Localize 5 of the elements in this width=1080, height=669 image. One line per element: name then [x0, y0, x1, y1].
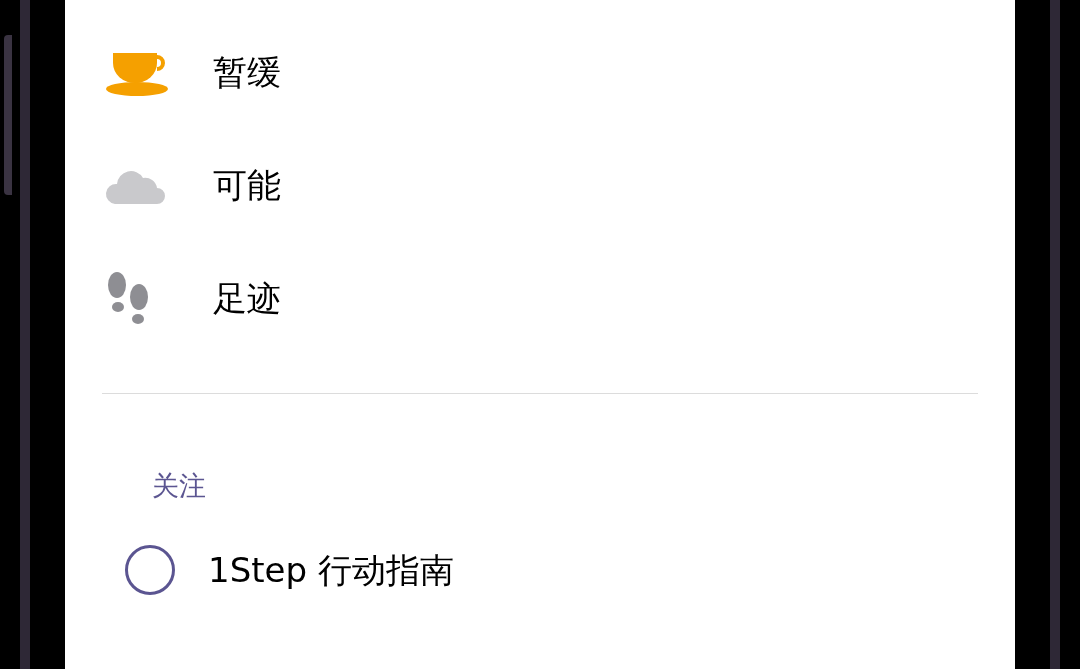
- project-item[interactable]: 1Step 行动指南: [208, 544, 454, 596]
- menu-item[interactable]: 暂缓: [213, 47, 281, 98]
- menu-item[interactable]: 足迹: [213, 273, 281, 324]
- section-title: 关注: [152, 469, 207, 503]
- menu-item[interactable]: 可能: [213, 160, 281, 211]
